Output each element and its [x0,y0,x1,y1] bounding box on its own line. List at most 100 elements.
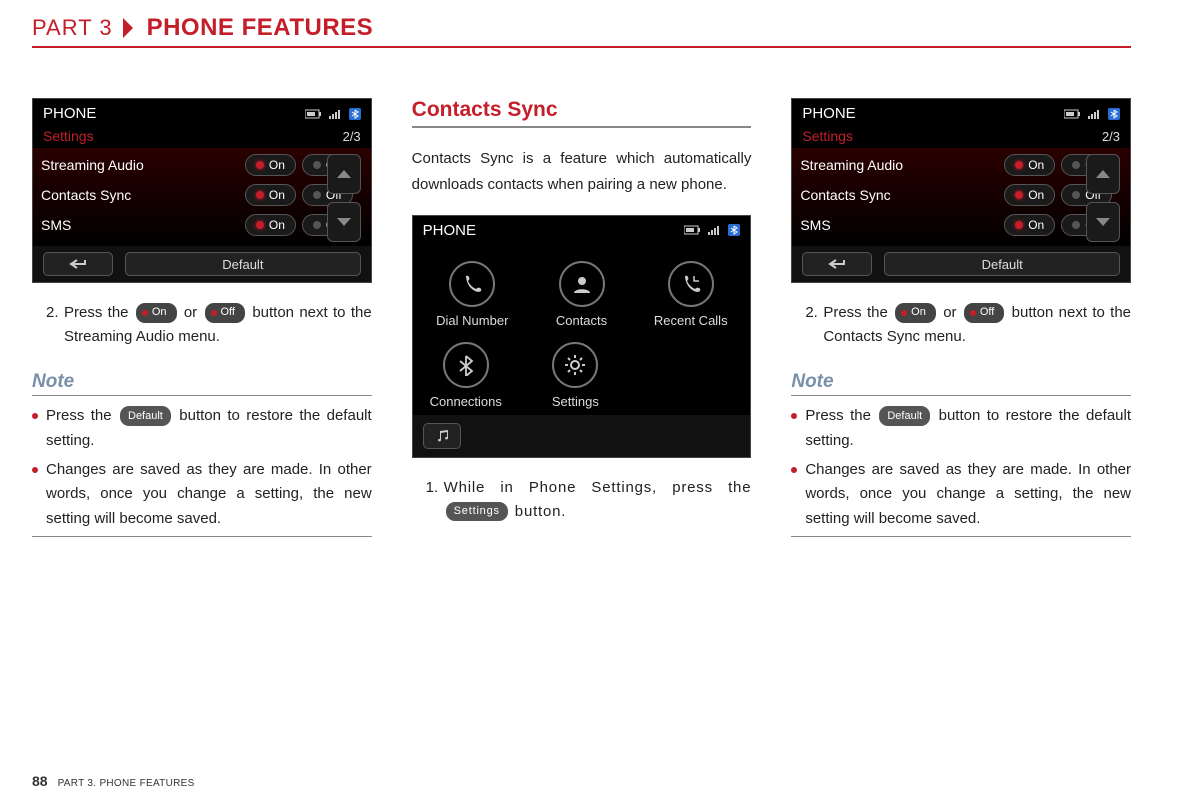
scroll-up-button[interactable] [327,154,361,194]
back-arrow-icon [826,258,848,270]
settings-row: Contacts Sync On Off [41,180,363,210]
column-1: PHONE Settings 2/3 Streaming Audio On Of… [32,98,372,537]
bluetooth-icon [728,224,740,236]
step-text: button. [515,503,566,520]
on-button[interactable]: On [245,184,296,206]
recent-calls-button[interactable]: Recent Calls [654,261,728,328]
shot-subtitle: Settings [802,128,853,144]
battery-icon [1064,109,1082,119]
note-item: Press the Default button to restore the … [32,404,372,454]
on-button[interactable]: On [245,214,296,236]
screenshot-phone-main: PHONE Dial Number Contacts [412,215,752,458]
settings-row: Streaming Audio On Off [41,150,363,180]
back-button[interactable] [802,252,872,276]
icon-label: Connections [430,394,502,409]
settings-row: SMS On Off [800,210,1122,240]
on-button[interactable]: On [1004,214,1055,236]
music-button[interactable] [423,423,461,449]
scroll-down-button[interactable] [327,202,361,242]
signal-icon [1088,109,1102,119]
signal-icon [708,225,722,235]
instruction-step: 2. Press the On or Off button next to th… [805,301,1131,349]
row-label: SMS [41,217,245,233]
note-item: Changes are saved as they are made. In o… [791,458,1131,532]
on-button[interactable]: On [1004,184,1055,206]
column-3: PHONE Settings 2/3 Streaming Audio On Of… [791,98,1131,537]
row-label: Streaming Audio [41,157,245,173]
row-label: Streaming Audio [800,157,1004,173]
note-list: Press the Default button to restore the … [791,404,1131,532]
section-intro: Contacts Sync is a feature which automat… [412,146,752,199]
instruction-step: 2. Press the On or Off button next to th… [46,301,372,349]
row-label: Contacts Sync [41,187,245,203]
note-list: Press the Default button to restore the … [32,404,372,532]
arrow-icon [123,18,133,38]
status-icons [684,224,740,236]
default-chip-icon: Default [879,406,930,426]
row-label: SMS [800,217,1004,233]
recent-calls-icon [680,273,702,295]
page-indicator: 2/3 [1102,129,1120,144]
screenshot-phone-settings: PHONE Settings 2/3 Streaming Audio On Of… [32,98,372,283]
page-footer: 88 PART 3. PHONE FEATURES [32,773,195,789]
note-item: Press the Default button to restore the … [791,404,1131,454]
gear-icon [564,354,586,376]
back-arrow-icon [67,258,89,270]
chevron-up-icon [337,170,351,178]
chevron-down-icon [1096,218,1110,226]
scroll-down-button[interactable] [1086,202,1120,242]
on-pill-icon: On [895,303,936,323]
bluetooth-icon [1108,108,1120,120]
shot-title: PHONE [423,222,476,239]
battery-icon [684,225,702,235]
settings-button[interactable]: Settings [552,342,599,409]
screenshot-phone-settings: PHONE Settings 2/3 Streaming Audio On Of… [791,98,1131,283]
contacts-button[interactable]: Contacts [556,261,607,328]
step-text: or [943,304,962,321]
icon-label: Contacts [556,313,607,328]
rule [32,536,372,537]
icon-label: Dial Number [436,313,508,328]
note-heading: Note [32,371,372,396]
part-label: PART 3 [32,15,123,45]
default-button[interactable]: Default [125,252,361,276]
settings-row: SMS On Off [41,210,363,240]
icon-label: Settings [552,394,599,409]
bluetooth-icon [349,108,361,120]
rule [791,536,1131,537]
dial-number-button[interactable]: Dial Number [436,261,508,328]
status-icons [1064,108,1120,120]
note-item: Changes are saved as they are made. In o… [32,458,372,532]
on-button[interactable]: On [245,154,296,176]
page-number: 88 [32,773,48,789]
music-icon [434,429,450,443]
chevron-down-icon [337,218,351,226]
connections-button[interactable]: Connections [430,342,502,409]
step-number: 2. [805,301,823,349]
settings-row: Streaming Audio On Off [800,150,1122,180]
scroll-up-button[interactable] [1086,154,1120,194]
signal-icon [329,109,343,119]
chapter-title: PHONE FEATURES [147,14,374,46]
instruction-step: 1. While in Phone Settings, press the Se… [426,476,752,524]
page-header: PART 3 PHONE FEATURES [32,14,1131,48]
page-indicator: 2/3 [343,129,361,144]
shot-title: PHONE [43,105,96,122]
step-text: While in Phone Settings, press the [444,479,752,496]
step-number: 2. [46,301,64,349]
contacts-icon [571,273,593,295]
footer-text: PART 3. PHONE FEATURES [58,778,195,789]
column-2: Contacts Sync Contacts Sync is a feature… [412,98,752,537]
section-heading: Contacts Sync [412,98,752,128]
icon-label: Recent Calls [654,313,728,328]
back-button[interactable] [43,252,113,276]
default-button[interactable]: Default [884,252,1120,276]
on-button[interactable]: On [1004,154,1055,176]
on-pill-icon: On [136,303,177,323]
settings-chip-icon: Settings [446,502,508,522]
phone-icon [461,273,483,295]
step-text: or [184,304,203,321]
step-text: Press the [64,304,134,321]
step-text: Press the [823,304,893,321]
shot-subtitle: Settings [43,128,94,144]
